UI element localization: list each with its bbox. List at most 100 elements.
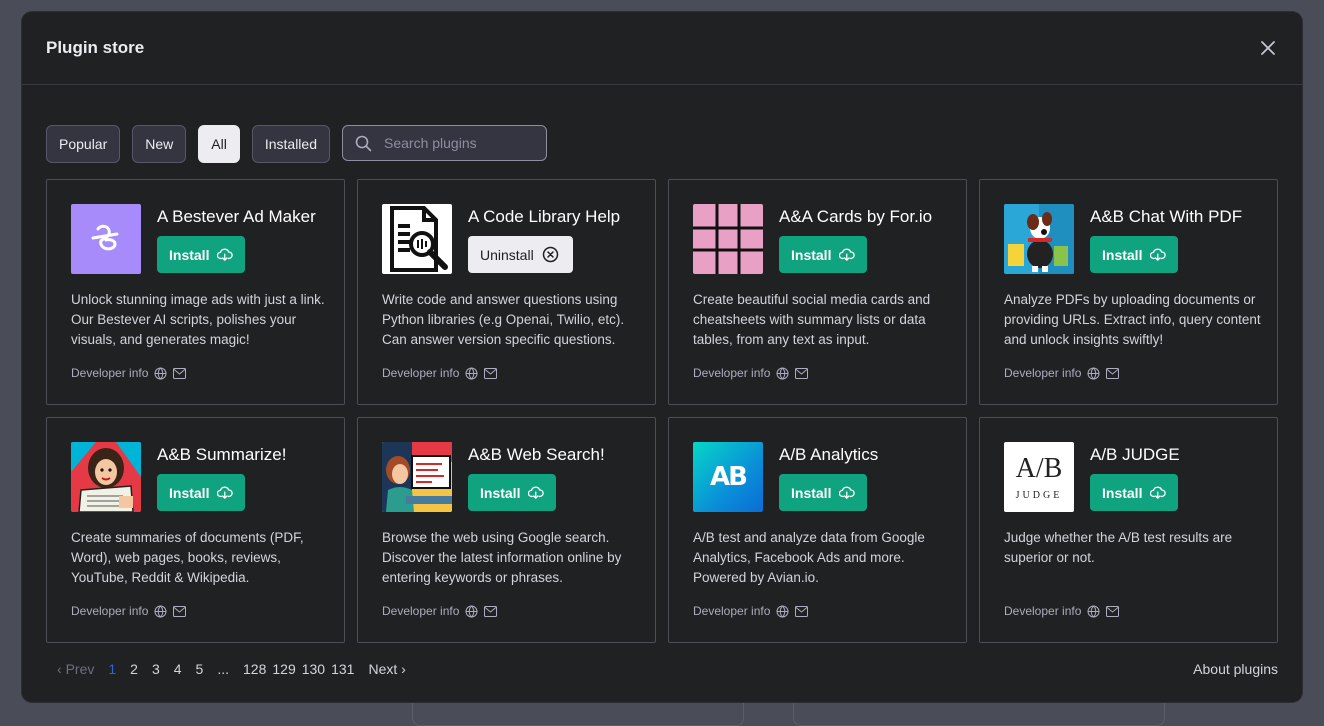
page-link[interactable]: 2 (123, 661, 145, 677)
globe-icon[interactable] (776, 605, 789, 618)
install-button[interactable]: Install (1090, 474, 1178, 511)
mail-icon[interactable] (795, 605, 809, 617)
tab-new[interactable]: New (132, 125, 187, 163)
plugin-description: Create summaries of documents (PDF, Word… (71, 530, 304, 585)
install-label: Install (791, 484, 832, 501)
chevron-left-icon: ‹ (57, 661, 66, 677)
developer-info: Developer info (382, 366, 498, 380)
install-button[interactable]: Install (779, 236, 867, 273)
globe-icon[interactable] (465, 605, 478, 618)
cloud-download-icon (217, 248, 233, 261)
developer-info: Developer info (1004, 604, 1120, 618)
ab-judge-logo-top: A/B (1015, 452, 1063, 484)
plugin-card: AB A/B Analytics Install A/B test and an… (668, 417, 967, 643)
page-link[interactable]: 3 (145, 661, 167, 677)
plugin-card: A Code Library Help Uninstall Write code… (357, 179, 656, 405)
developer-info: Developer info (693, 366, 809, 380)
cloud-download-icon (839, 248, 855, 261)
cloud-download-icon (217, 486, 233, 499)
install-button[interactable]: Install (1090, 236, 1178, 273)
developer-info-label: Developer info (382, 604, 460, 618)
search-input[interactable] (382, 134, 526, 152)
page-link[interactable]: 1 (101, 661, 123, 677)
ab-judge-logo: A/B JUDGE (1004, 442, 1074, 512)
developer-info-label: Developer info (693, 366, 771, 380)
plugin-description: Judge whether the A/B test results are s… (1004, 530, 1233, 565)
bestever-logo (71, 204, 141, 274)
plugin-card: A&B Chat With PDF Install Analyze PDFs b… (979, 179, 1278, 405)
mail-icon[interactable] (173, 605, 187, 617)
close-icon[interactable] (1258, 38, 1278, 58)
mail-icon[interactable] (1106, 367, 1120, 379)
globe-icon[interactable] (154, 605, 167, 618)
close-button[interactable] (1258, 38, 1278, 58)
pop-art-computer-logo (382, 442, 452, 512)
mail-icon[interactable] (1106, 605, 1120, 617)
code-library-logo (382, 204, 452, 274)
mail-icon[interactable] (795, 367, 809, 379)
developer-info-label: Developer info (71, 366, 149, 380)
developer-info-label: Developer info (1004, 366, 1082, 380)
developer-info-label: Developer info (1004, 604, 1082, 618)
plugin-description: Analyze PDFs by uploading documents or p… (1004, 292, 1261, 347)
install-label: Install (169, 484, 210, 501)
globe-icon[interactable] (1087, 605, 1100, 618)
install-button[interactable]: Install (779, 474, 867, 511)
page-link[interactable]: 130 (299, 661, 328, 677)
plugin-name: A Bestever Ad Maker (157, 207, 316, 226)
dog-logo (1004, 204, 1074, 274)
page-link[interactable]: 131 (328, 661, 361, 677)
developer-info: Developer info (71, 604, 187, 618)
plugin-store-modal: Plugin store Popular New All Installed S… (22, 12, 1302, 702)
install-label: Install (791, 246, 832, 263)
plugin-name: A/B Analytics (779, 445, 879, 464)
search-box[interactable] (342, 125, 547, 161)
cloud-download-icon (839, 486, 855, 499)
install-label: Install (1102, 246, 1143, 263)
tab-installed[interactable]: Installed (251, 125, 330, 163)
globe-icon[interactable] (465, 367, 478, 380)
page-link[interactable]: 5 (189, 661, 211, 677)
filter-bar: Popular New All Installed (46, 125, 547, 163)
developer-info-label: Developer info (71, 604, 149, 618)
mail-icon[interactable] (484, 367, 498, 379)
developer-info: Developer info (382, 604, 498, 618)
globe-icon[interactable] (1087, 367, 1100, 380)
uninstall-label: Uninstall (480, 246, 534, 263)
mail-icon[interactable] (484, 605, 498, 617)
developer-info: Developer info (1004, 366, 1120, 380)
plugin-name: A&B Web Search! (468, 445, 605, 464)
developer-info-label: Developer info (382, 366, 460, 380)
plugin-card: A/B JUDGE A/B JUDGE Install Judge whethe… (979, 417, 1278, 643)
pagination: ‹ Prev 1 2 3 4 5 ... 128 129 130 131 Nex… (50, 661, 413, 677)
plugin-card: A Bestever Ad Maker Install Unlock stunn… (46, 179, 345, 405)
ab-judge-logo-bottom: JUDGE (1015, 489, 1063, 501)
prev-button[interactable]: ‹ Prev (50, 661, 101, 677)
globe-icon[interactable] (776, 367, 789, 380)
plugin-name: A&B Chat With PDF (1090, 207, 1243, 226)
plugin-grid: A Bestever Ad Maker Install Unlock stunn… (46, 179, 1278, 643)
next-label: Next (368, 661, 398, 677)
globe-icon[interactable] (154, 367, 167, 380)
install-label: Install (1102, 484, 1143, 501)
plugin-description: Unlock stunning image ads with just a li… (71, 292, 325, 347)
page-ellipsis: ... (217, 661, 230, 677)
about-plugins-link[interactable]: About plugins (1193, 661, 1278, 677)
cloud-download-icon (1150, 486, 1166, 499)
prev-label: Prev (65, 661, 95, 677)
page-link[interactable]: 129 (269, 661, 298, 677)
chevron-right-icon: › (397, 661, 406, 677)
install-button[interactable]: Install (468, 474, 556, 511)
mail-icon[interactable] (173, 367, 187, 379)
tab-popular[interactable]: Popular (46, 125, 121, 163)
developer-info: Developer info (693, 604, 809, 618)
tab-all[interactable]: All (198, 125, 240, 163)
page-link[interactable]: 128 (236, 661, 269, 677)
uninstall-button[interactable]: Uninstall (468, 236, 573, 273)
page-link[interactable]: 4 (167, 661, 189, 677)
install-button[interactable]: Install (157, 236, 245, 273)
install-button[interactable]: Install (157, 474, 245, 511)
ab-analytics-logo: AB (693, 442, 763, 512)
next-button[interactable]: Next › (361, 661, 412, 677)
modal-title: Plugin store (46, 38, 145, 57)
